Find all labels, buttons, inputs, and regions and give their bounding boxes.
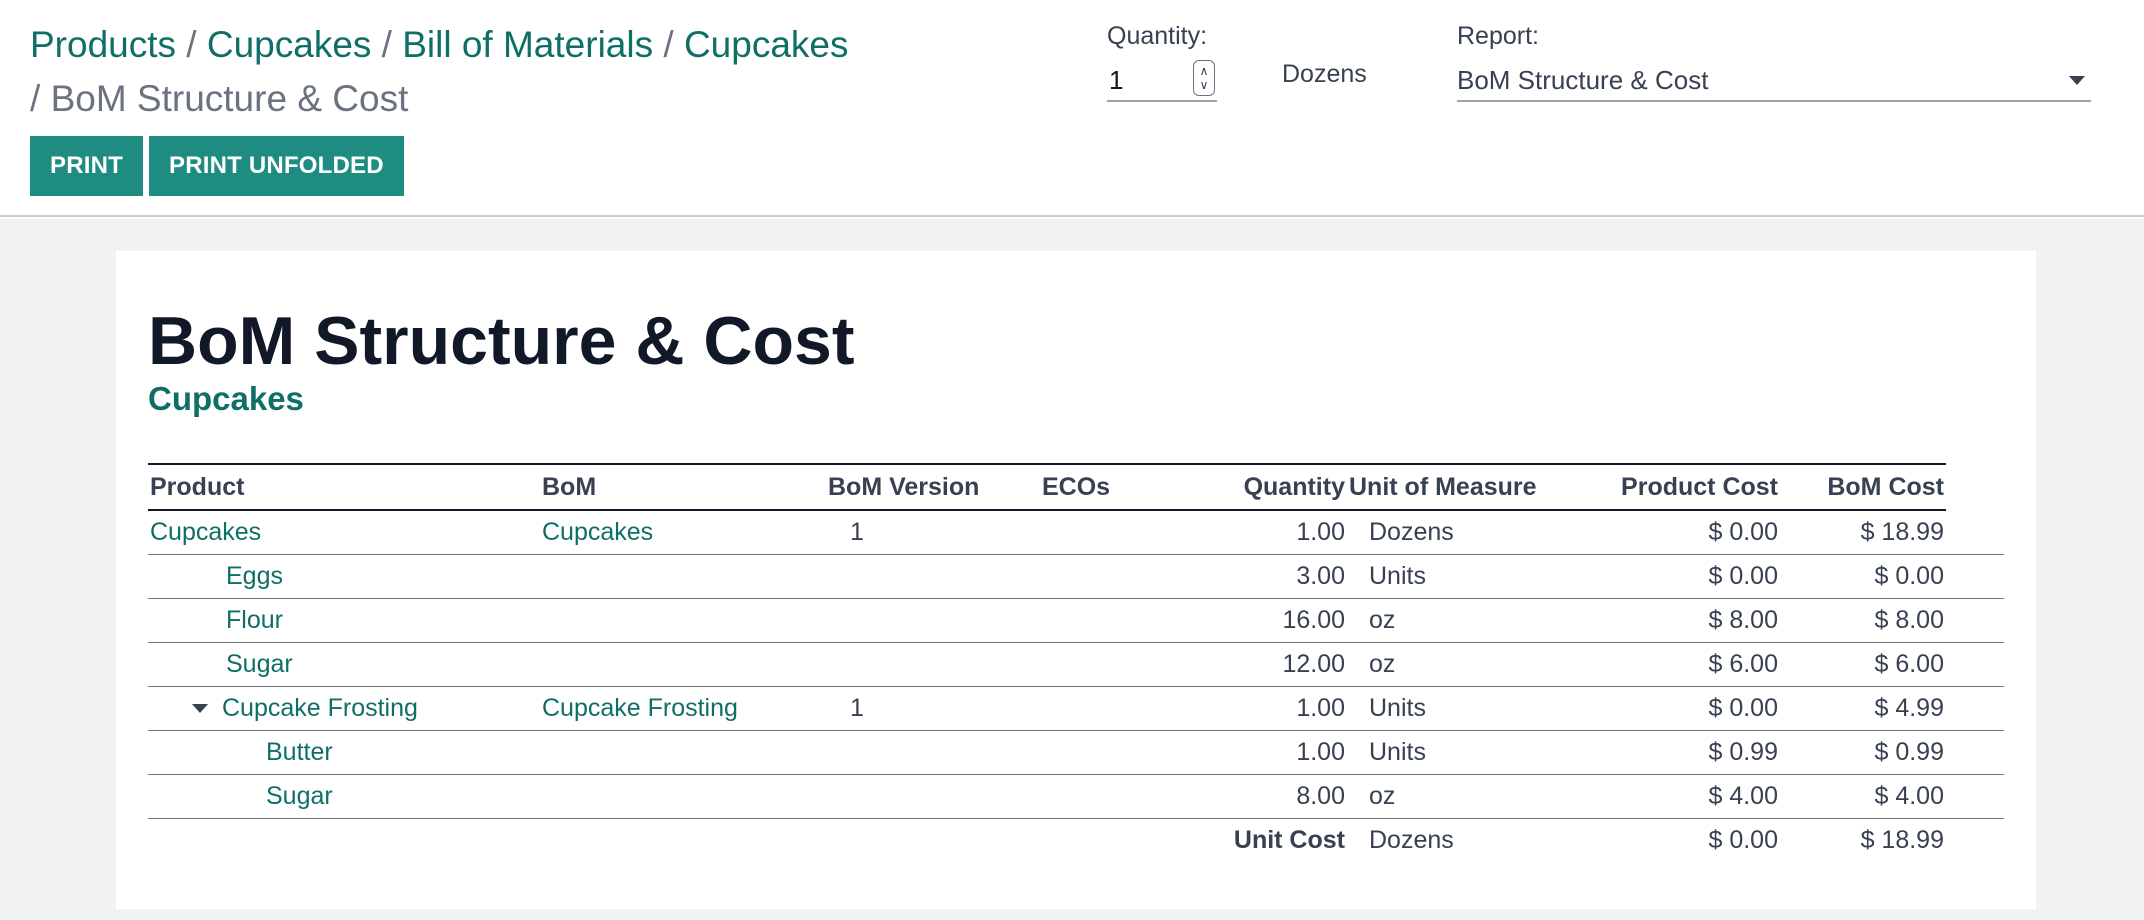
col-product-cost: Product Cost	[1587, 463, 1780, 511]
product-link[interactable]: Sugar	[266, 782, 333, 810]
product-link[interactable]: Sugar	[226, 650, 293, 678]
table-row: Eggs 3.00 Units $ 0.00 $ 0.00	[148, 554, 2004, 599]
quantity-input[interactable]	[1109, 62, 1179, 98]
quantity-cell: 1.00	[1164, 686, 1347, 731]
table-row: Cupcakes Cupcakes 1 1.00 Dozens $ 0.00 $…	[148, 510, 2004, 555]
uom-cell: oz	[1347, 598, 1587, 643]
report-sheet: BoM Structure & Cost Cupcakes Product Bo…	[116, 251, 2036, 909]
product-link[interactable]: Butter	[266, 738, 333, 766]
col-quantity: Quantity	[1164, 463, 1347, 511]
quantity-cell: 3.00	[1164, 554, 1347, 599]
col-product: Product	[148, 463, 540, 511]
col-bom-cost: BoM Cost	[1780, 463, 1946, 511]
product-link[interactable]: Cupcakes	[150, 518, 261, 546]
report-label: Report:	[1457, 22, 1539, 50]
breadcrumb-cupcakes-product[interactable]: Cupcakes	[207, 24, 372, 65]
table-row: Flour 16.00 oz $ 8.00 $ 8.00	[148, 598, 2004, 643]
table-row: Cupcake Frosting Cupcake Frosting 1 1.00…	[148, 686, 2004, 731]
table-row: Sugar 8.00 oz $ 4.00 $ 4.00	[148, 774, 2004, 819]
col-spacer	[1946, 464, 2004, 510]
product-link[interactable]: Cupcake Frosting	[222, 694, 418, 722]
quantity-control: Quantity: ∧ ∨	[1107, 22, 1217, 102]
product-cost-cell: $ 0.99	[1587, 730, 1780, 775]
total-bom-cost: $ 18.99	[1860, 825, 1944, 854]
breadcrumb-bill-of-materials[interactable]: Bill of Materials	[402, 24, 653, 65]
quantity-uom: Dozens	[1282, 60, 1367, 88]
product-cost-cell: $ 0.00	[1587, 554, 1780, 599]
breadcrumb-separator: /	[30, 78, 41, 119]
breadcrumb-separator: /	[381, 24, 392, 65]
product-cost-cell: $ 6.00	[1587, 642, 1780, 687]
bom-version: 1	[826, 686, 1040, 731]
print-unfolded-button[interactable]: PRINT UNFOLDED	[149, 136, 404, 196]
quantity-label: Quantity:	[1107, 22, 1208, 50]
caret-down-icon[interactable]	[192, 704, 208, 714]
bom-cost-cell: $ 4.00	[1780, 774, 1946, 819]
total-product-cost: $ 0.00	[1708, 825, 1778, 854]
content-area: BoM Structure & Cost Cupcakes Product Bo…	[0, 219, 2144, 920]
breadcrumb-cupcakes-bom[interactable]: Cupcakes	[684, 24, 849, 65]
ecos-cell	[1040, 510, 1164, 555]
col-bom: BoM	[540, 463, 826, 511]
breadcrumb-separator: /	[186, 24, 197, 65]
chevron-up-icon[interactable]: ∧	[1200, 64, 1209, 78]
bom-link[interactable]: Cupcakes	[542, 518, 653, 546]
product-link[interactable]: Flour	[226, 606, 283, 634]
breadcrumb: Products / Cupcakes / Bill of Materials …	[30, 18, 1030, 126]
quantity-cell: 1.00	[1164, 730, 1347, 775]
bom-cost-cell: $ 0.99	[1780, 730, 1946, 775]
quantity-cell: 16.00	[1164, 598, 1347, 643]
breadcrumb-current: BoM Structure & Cost	[50, 78, 409, 119]
quantity-field: ∧ ∨	[1107, 60, 1217, 102]
bom-cost-cell: $ 0.00	[1780, 554, 1946, 599]
report-select-value: BoM Structure & Cost	[1457, 65, 1709, 95]
product-cost-cell: $ 0.00	[1587, 686, 1780, 731]
table-header-row: Product BoM BoM Version ECOs Quantity Un…	[148, 463, 2004, 511]
control-panel: Products / Cupcakes / Bill of Materials …	[0, 0, 2144, 217]
report-select[interactable]: BoM Structure & Cost	[1457, 60, 2091, 102]
col-uom: Unit of Measure	[1347, 463, 1587, 511]
total-row: Unit Cost Dozens $ 0.00 $ 18.99	[148, 818, 2004, 862]
report-title: BoM Structure & Cost	[148, 303, 855, 379]
bom-cost-cell: $ 6.00	[1780, 642, 1946, 687]
product-cost-cell: $ 0.00	[1587, 510, 1780, 555]
breadcrumb-separator: /	[663, 24, 674, 65]
product-cost-cell: $ 8.00	[1587, 598, 1780, 643]
caret-down-icon	[2069, 76, 2085, 85]
product-link[interactable]: Eggs	[226, 562, 283, 590]
bom-link[interactable]: Cupcake Frosting	[542, 694, 738, 722]
table-row: Sugar 12.00 oz $ 6.00 $ 6.00	[148, 642, 2004, 687]
report-control: Report: BoM Structure & Cost	[1457, 22, 2091, 102]
col-bom-version: BoM Version	[826, 463, 1040, 511]
uom-cell: oz	[1347, 774, 1587, 819]
bom-cost-cell: $ 8.00	[1780, 598, 1946, 643]
uom-cell: oz	[1347, 642, 1587, 687]
total-uom: Dozens	[1369, 825, 1454, 854]
bom-cost-cell: $ 4.99	[1780, 686, 1946, 731]
uom-cell: Units	[1347, 554, 1587, 599]
chevron-down-icon[interactable]: ∨	[1200, 78, 1209, 92]
unit-cost-label: Unit Cost	[1233, 825, 1345, 854]
quantity-stepper[interactable]: ∧ ∨	[1193, 60, 1215, 96]
col-ecos: ECOs	[1040, 463, 1164, 511]
uom-cell: Units	[1347, 686, 1587, 731]
bom-version: 1	[826, 510, 1040, 555]
print-button[interactable]: PRINT	[30, 136, 143, 196]
quantity-cell: 8.00	[1164, 774, 1347, 819]
bom-table: Product BoM BoM Version ECOs Quantity Un…	[148, 463, 2004, 862]
breadcrumb-products[interactable]: Products	[30, 24, 176, 65]
action-buttons: PRINT PRINT UNFOLDED	[30, 136, 404, 196]
uom-cell: Dozens	[1347, 510, 1587, 555]
uom-cell: Units	[1347, 730, 1587, 775]
quantity-cell: 1.00	[1164, 510, 1347, 555]
product-cost-cell: $ 4.00	[1587, 774, 1780, 819]
table-row: Butter 1.00 Units $ 0.99 $ 0.99	[148, 730, 2004, 775]
quantity-cell: 12.00	[1164, 642, 1347, 687]
report-subtitle[interactable]: Cupcakes	[148, 379, 304, 419]
bom-cost-cell: $ 18.99	[1780, 510, 1946, 555]
